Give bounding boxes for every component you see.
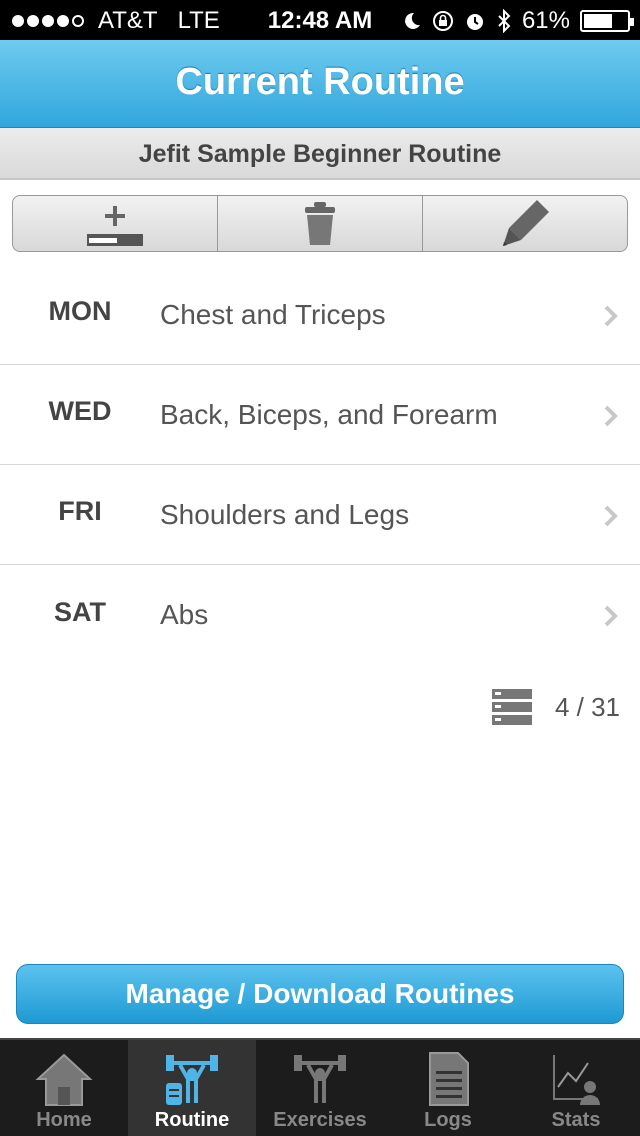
day-label: WED (48, 396, 112, 426)
add-day-icon (87, 205, 143, 246)
add-day-button[interactable] (13, 196, 218, 251)
moon-icon (405, 12, 420, 29)
delete-button[interactable] (218, 196, 423, 251)
day-workout-name: Shoulders and Legs (160, 498, 410, 530)
pencil-icon (503, 199, 549, 246)
trash-icon (305, 201, 335, 245)
tab-label: Stats (551, 1109, 601, 1131)
list-item[interactable]: WED Back, Biceps, and Forearm (0, 365, 640, 465)
list-item[interactable]: SAT Abs (0, 565, 640, 665)
list-item[interactable]: MON Chest and Triceps (0, 265, 640, 365)
weightlifter-icon (166, 1055, 218, 1105)
tab-exercises[interactable]: Exercises (256, 1040, 384, 1136)
day-label: MON (48, 296, 112, 326)
day-workout-name: Chest and Triceps (160, 298, 386, 330)
day-workout-name: Back, Biceps, and Forearm (160, 398, 498, 430)
battery-percent: 61% (521, 7, 570, 34)
tab-label: Logs (424, 1109, 472, 1131)
routine-toolbar (12, 195, 628, 252)
chevron-right-icon (604, 305, 618, 327)
rotation-lock-icon (432, 11, 453, 31)
alarm-icon (466, 14, 483, 30)
day-counter: 4 / 31 (491, 688, 620, 726)
routine-name: Jefit Sample Beginner Routine (138, 140, 502, 168)
list-item[interactable]: FRI Shoulders and Legs (0, 465, 640, 565)
tab-routine[interactable]: Routine (128, 1040, 256, 1136)
edit-button[interactable] (423, 196, 627, 251)
tab-logs[interactable]: Logs (384, 1040, 512, 1136)
battery-icon (580, 10, 634, 32)
routine-name-bar: Jefit Sample Beginner Routine (0, 128, 640, 180)
list-stack-icon (491, 689, 532, 725)
day-workout-name: Abs (160, 599, 209, 630)
weightlifter-icon (294, 1055, 346, 1103)
page-title: Current Routine (175, 61, 465, 103)
tab-label: Routine (154, 1109, 230, 1131)
day-label: FRI (58, 496, 102, 526)
status-bar: AT&T LTE 12:48 AM 61% (0, 0, 640, 40)
status-right: 61% (402, 7, 634, 35)
tab-label: Home (36, 1109, 92, 1131)
logs-icon (429, 1052, 469, 1106)
tab-stats[interactable]: Stats (512, 1040, 640, 1136)
manage-routines-button[interactable]: Manage / Download Routines (16, 964, 624, 1024)
tab-home[interactable]: Home (0, 1040, 128, 1136)
chevron-right-icon (604, 505, 618, 527)
routine-day-list: MON Chest and Triceps WED Back, Biceps, … (0, 265, 640, 665)
manage-routines-label: Manage / Download Routines (125, 978, 515, 1009)
tab-label: Exercises (273, 1109, 367, 1131)
nav-header: Current Routine (0, 40, 640, 128)
stats-icon (553, 1055, 600, 1105)
bluetooth-icon (498, 9, 511, 33)
day-label: SAT (54, 596, 106, 627)
chevron-right-icon (604, 405, 618, 427)
tab-bar: Home Routine Exercises Logs Stats (0, 1038, 640, 1136)
counter-text: 4 / 31 (554, 691, 620, 722)
chevron-right-icon (604, 605, 618, 627)
home-icon (35, 1053, 93, 1106)
